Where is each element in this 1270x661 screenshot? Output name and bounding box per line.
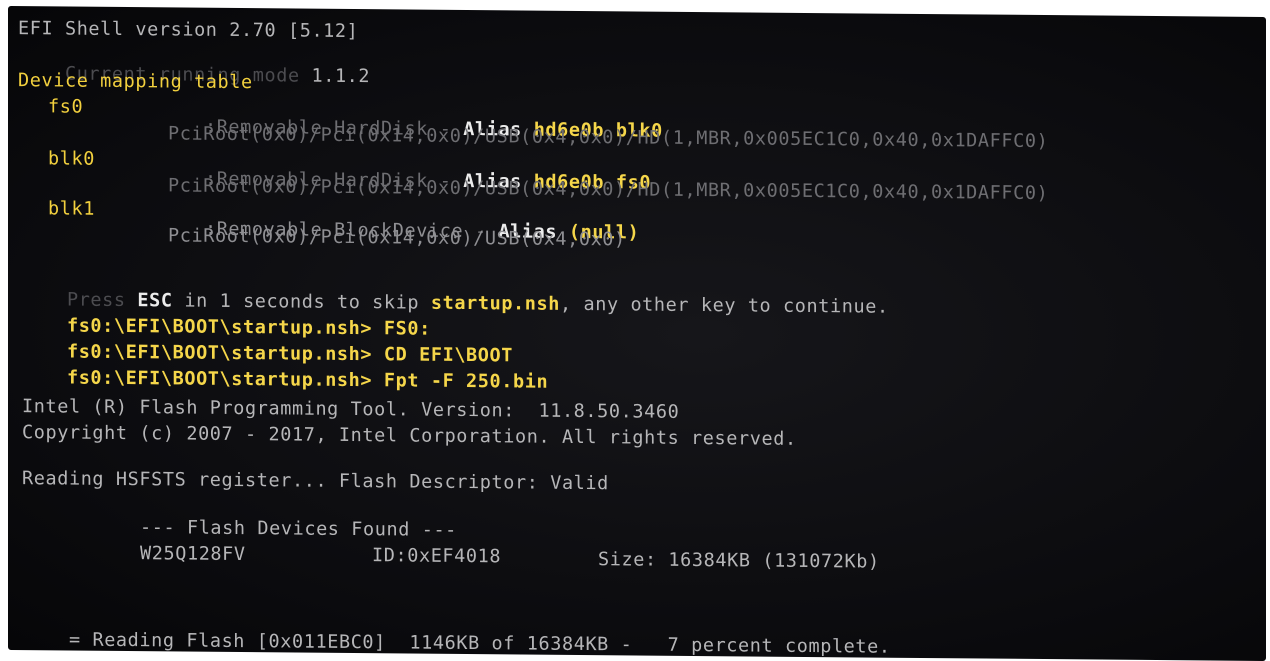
mapping-path-blk1: PciRoot(0x0)/Pci(0x14,0x0)/USB(0x4,0x0) bbox=[168, 225, 626, 251]
shell-prompt: fs0:\EFI\BOOT\startup.nsh> bbox=[66, 367, 373, 391]
mapping-name-fs0: fs0 bbox=[48, 96, 84, 118]
mapping-name-blk1: blk1 bbox=[48, 198, 95, 220]
continue-text: , any other key to continue. bbox=[560, 293, 889, 318]
fpt-version-line: Intel (R) Flash Programming Tool. Versio… bbox=[22, 396, 680, 423]
progress-text: Reading Flash [0x011EBC0] 1146KB of 1638… bbox=[92, 629, 891, 658]
shell-version-line: EFI Shell version 2.70 [5.12] bbox=[18, 18, 359, 43]
flash-device-name: W25Q128FV bbox=[140, 543, 246, 566]
fpt-copyright-line: Copyright (c) 2007 - 2017, Intel Corpora… bbox=[22, 422, 797, 450]
mapping-table-title: Device mapping table bbox=[18, 70, 253, 94]
flash-device-size: Size: 16384KB (131072Kb) bbox=[598, 549, 880, 573]
flash-device-id: ID:0xEF4018 bbox=[372, 545, 502, 568]
startup-script-name: startup.nsh bbox=[430, 292, 561, 315]
command-text: Fpt -F 250.bin bbox=[383, 369, 549, 393]
running-mode-value: 1.1.2 bbox=[311, 65, 371, 87]
efi-shell-screen[interactable]: EFI Shell version 2.70 [5.12] Current ru… bbox=[8, 6, 1266, 661]
progress-spinner: = bbox=[68, 629, 81, 651]
hsfsts-line: Reading HSFSTS register... Flash Descrip… bbox=[22, 468, 609, 495]
mapping-name-blk0: blk0 bbox=[48, 148, 95, 170]
flash-devices-header: --- Flash Devices Found --- bbox=[140, 517, 457, 541]
